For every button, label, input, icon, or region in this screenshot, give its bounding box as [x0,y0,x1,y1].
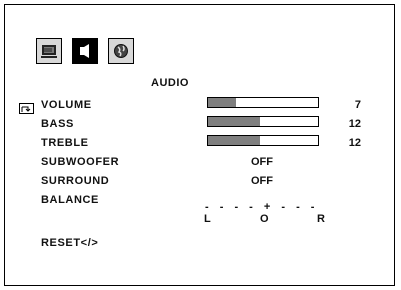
treble-slider[interactable] [207,135,319,146]
volume-value: 7 [354,99,361,111]
balance-center-marker: O [260,213,269,225]
bass-slider[interactable] [207,116,319,127]
osd-menu-frame: AUDIO VOLUME 7 BASS 12 TREBLE 12 SUBWOOF… [4,4,395,286]
section-title: AUDIO [151,77,189,89]
treble-value: 12 [348,137,361,149]
subwoofer-label[interactable]: SUBWOOFER [41,156,119,168]
balance-label[interactable]: BALANCE [41,194,99,206]
volume-label[interactable]: VOLUME [41,99,92,111]
bass-slider-fill [208,117,260,126]
selection-pointer-icon [19,102,37,120]
treble-label[interactable]: TREBLE [41,137,89,149]
speaker-icon [80,44,89,58]
balance-scale[interactable]: - - - - + - - - [205,201,318,213]
surround-value[interactable]: OFF [251,175,273,187]
menu-tabs [36,38,134,64]
reset-item[interactable]: RESET</> [41,237,98,249]
surround-label[interactable]: SURROUND [41,175,109,187]
tab-audio[interactable] [72,38,98,64]
bass-label[interactable]: BASS [41,118,74,130]
treble-slider-fill [208,136,260,145]
balance-right-marker: R [317,213,325,225]
tab-picture[interactable] [36,38,62,64]
bass-value: 12 [348,118,361,130]
monitor-icon [41,45,57,58]
subwoofer-value[interactable]: OFF [251,156,273,168]
tab-setup[interactable] [108,38,134,64]
balance-left-marker: L [204,213,211,225]
globe-icon [114,44,128,58]
volume-slider[interactable] [207,97,319,108]
volume-slider-fill [208,98,236,107]
